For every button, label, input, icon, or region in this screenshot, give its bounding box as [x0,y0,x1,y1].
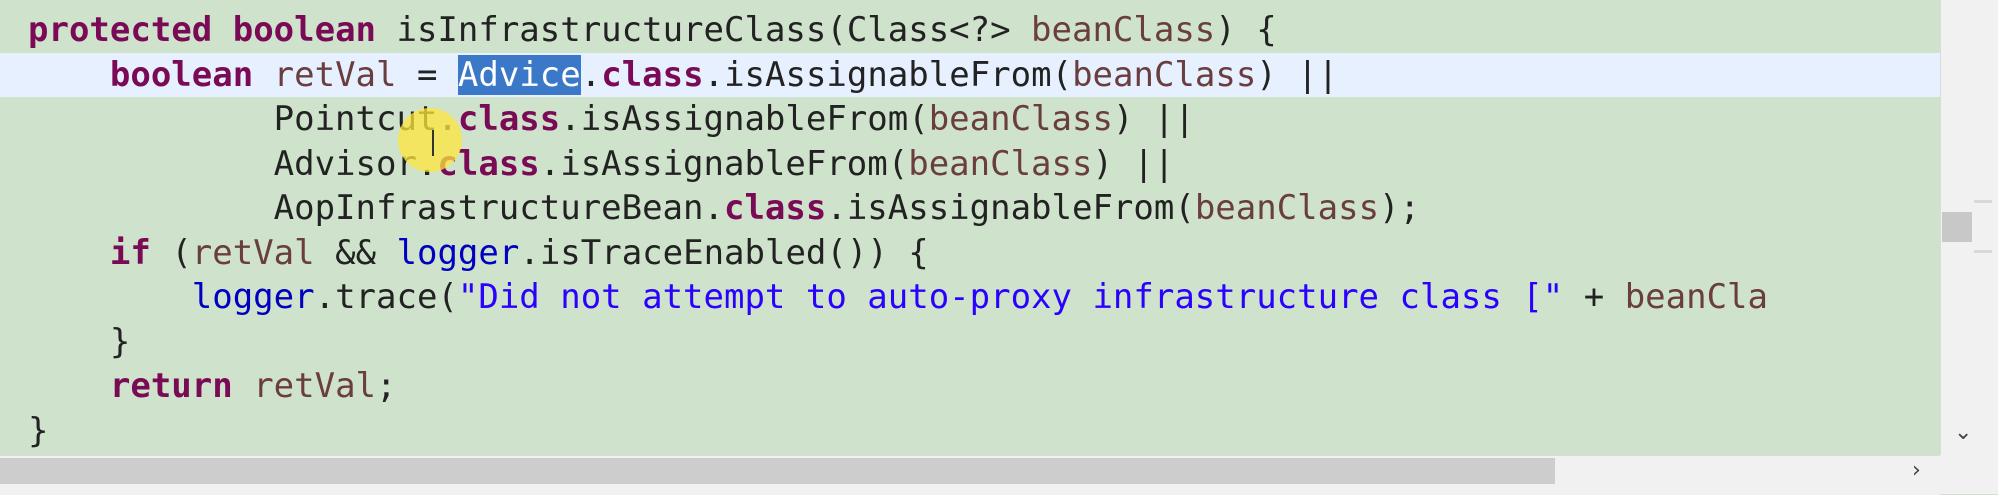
vertical-scroll-thumb[interactable] [1942,212,1972,242]
code-token: beanClass [928,99,1113,139]
code-token: ; [376,366,397,406]
overview-ruler-mark [1974,200,1992,203]
code-token: logger [191,277,315,317]
text-cursor-icon [432,130,434,156]
code-token: Advisor. [28,143,438,184]
code-token: class [457,99,561,139]
code-token: ) || [1112,99,1195,139]
code-token: if [109,232,151,273]
code-token: . [580,54,602,95]
code-token: retVal [253,366,377,406]
code-token: "Did not attempt to auto-proxy infrastru… [457,277,1564,317]
code-token: boolean [109,54,254,95]
code-token: isInfrastructureClass(Class<?> [376,10,1032,50]
code-token: Pointcut. [28,99,458,139]
code-line[interactable]: Advisor.class.isAssignableFrom(beanClass… [0,142,1940,186]
code-token: .isAssignableFrom( [539,143,909,184]
code-token: } [28,410,49,451]
code-editor[interactable]: protected boolean isInfrastructureClass(… [0,0,1940,455]
code-token: .isAssignableFrom( [826,188,1195,228]
code-token: boolean [232,10,377,50]
code-line[interactable]: } [0,320,1940,364]
code-line[interactable]: } [0,409,1940,453]
code-token: beanClass [1031,10,1216,50]
code-line[interactable]: Pointcut.class.isAssignableFrom(beanClas… [0,97,1940,141]
code-line[interactable]: AopInfrastructureBean.class.isAssignable… [0,186,1940,230]
code-token: protected [28,10,213,50]
code-token: class [601,54,704,95]
code-token: .isAssignableFrom( [560,99,929,139]
code-token: return [109,366,233,406]
code-token: + [1563,277,1625,317]
code-token: ) { [1215,10,1277,50]
overview-ruler-mark [1974,250,1992,253]
horizontal-scroll-thumb[interactable] [0,458,1555,484]
code-token: beanClass [1072,54,1257,95]
code-token: ); [1379,188,1420,228]
code-token: logger [396,232,520,273]
code-token: retVal [191,232,315,273]
code-token: ) || [1256,54,1339,95]
chevron-down-icon[interactable]: ⌄ [1954,420,1972,445]
code-line[interactable]: logger.trace("Did not attempt to auto-pr… [0,275,1940,319]
code-token: && [314,232,397,273]
scroll-corner [1940,455,1998,494]
code-line[interactable]: return retVal; [0,364,1940,408]
code-token: class [723,188,827,228]
code-token: retVal [273,54,397,95]
code-token: } [28,321,131,362]
code-token: AopInfrastructureBean. [28,188,724,228]
code-token: .isAssignableFrom( [703,54,1073,95]
code-token: beanCla [1624,277,1768,317]
code-token: ( [150,232,192,273]
code-token: = [396,54,458,95]
selected-text: Advice [457,54,581,95]
code-token: beanClass [1194,188,1380,228]
code-line[interactable]: if (retVal && logger.isTraceEnabled()) { [0,231,1940,275]
chevron-right-icon[interactable]: › [1912,458,1921,483]
code-line[interactable]: protected boolean isInfrastructureClass(… [0,8,1940,52]
code-token: .isTraceEnabled()) { [519,232,929,273]
code-token: beanClass [908,143,1093,184]
code-line[interactable]: boolean retVal = Advice.class.isAssignab… [0,52,1940,97]
code-token: ) || [1092,143,1175,184]
code-token: .trace( [314,277,458,317]
mouse-highlight [398,108,462,172]
